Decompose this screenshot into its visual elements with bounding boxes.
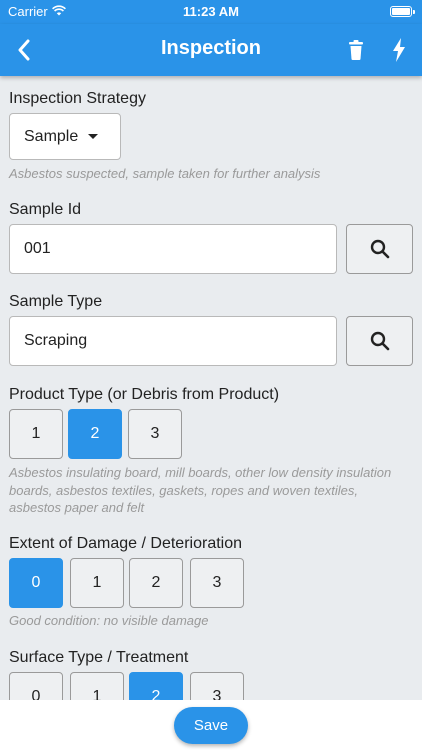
sample-type-input[interactable]: Scraping: [9, 316, 337, 366]
sample-id-label: Sample Id: [9, 201, 82, 218]
flash-button[interactable]: [385, 36, 413, 64]
product-type-hint: Asbestos insulating board, mill boards, …: [9, 465, 392, 515]
status-bar: Carrier 11:23 AM: [0, 0, 422, 24]
surface-option-1[interactable]: 1: [70, 672, 124, 700]
sample-id-value: 001: [24, 240, 51, 257]
surface-option-0[interactable]: 0: [9, 672, 63, 700]
trash-icon: [349, 40, 363, 60]
save-button[interactable]: Save: [174, 707, 248, 744]
inspection-strategy-dropdown[interactable]: Sample: [9, 113, 121, 160]
inspection-form[interactable]: Inspection Strategy Sample Asbestos susp…: [0, 76, 422, 700]
extent-option-1[interactable]: 1: [70, 558, 124, 608]
status-time: 11:23 AM: [183, 4, 239, 19]
caret-down-icon: [88, 134, 99, 139]
surface-option-3[interactable]: 3: [190, 672, 244, 700]
footer-bar: Save: [0, 700, 422, 750]
extent-option-2[interactable]: 2: [129, 558, 183, 608]
product-type-option-1[interactable]: 1: [9, 409, 63, 459]
surface-option-2[interactable]: 2: [129, 672, 183, 700]
sample-id-search-button[interactable]: [346, 224, 413, 274]
extent-of-damage-hint: Good condition: no visible damage: [9, 613, 209, 628]
surface-type-label: Surface Type / Treatment: [9, 649, 189, 666]
sample-type-label: Sample Type: [9, 293, 103, 310]
sample-type-search-button[interactable]: [346, 316, 413, 366]
battery-icon: [390, 6, 415, 17]
extent-option-0[interactable]: 0: [9, 558, 63, 608]
search-icon: [370, 239, 389, 259]
product-type-label: Product Type (or Debris from Product): [9, 386, 280, 403]
sample-type-value: Scraping: [24, 332, 88, 349]
search-icon: [370, 331, 389, 351]
delete-button[interactable]: [342, 36, 370, 64]
inspection-strategy-label: Inspection Strategy: [9, 90, 146, 107]
inspection-strategy-hint: Asbestos suspected, sample taken for fur…: [9, 166, 321, 181]
extent-option-3[interactable]: 3: [190, 558, 244, 608]
inspection-strategy-value: Sample: [24, 127, 79, 145]
app-bar: Inspection: [0, 24, 422, 76]
extent-of-damage-label: Extent of Damage / Deterioration: [9, 535, 243, 552]
product-type-option-3[interactable]: 3: [128, 409, 182, 459]
sample-id-input[interactable]: 001: [9, 224, 337, 274]
product-type-option-2[interactable]: 2: [68, 409, 122, 459]
lightning-icon: [393, 38, 405, 62]
